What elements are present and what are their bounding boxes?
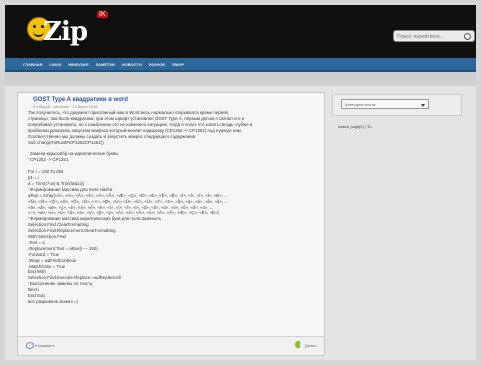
site-logo[interactable]: Zip IK <box>27 11 127 49</box>
comments-link[interactable]: 0 коммент. <box>35 343 55 348</box>
post-body: Так получилось, что документ присланный … <box>28 110 318 305</box>
logo-text: Zip <box>43 17 88 47</box>
post-footer: 0 коммент. Делит... <box>18 336 324 355</box>
sidebar-widget: Категории поста <box>332 94 462 116</box>
post-title[interactable]: GOST Type A квадратики в word <box>33 97 128 103</box>
search-placeholder: Поиск: перейтинге... <box>397 34 444 40</box>
comment-icon[interactable] <box>26 342 34 349</box>
page: Zip IK Поиск: перейтинге... ГЛАВНАЯ LINUX… <box>0 0 481 365</box>
main-nav: ГЛАВНАЯ LINUX WINDOWS ЗАМЕТКИ НОВОСТИ РАЗНОЕ Е… <box>5 58 476 72</box>
post-card: GOST Type A квадратики в word В Общий · … <box>17 92 325 356</box>
nav-item[interactable]: ЗАМЕТКИ <box>96 62 115 67</box>
search-input[interactable]: Поиск: перейтинге... <box>393 30 475 42</box>
nav-item[interactable]: ГЛАВНАЯ <box>23 62 42 67</box>
content-area: GOST Type A квадратики в word В Общий · … <box>5 86 476 360</box>
sidebar-link[interactable]: macro_tags(2) | Тп <box>338 124 371 129</box>
nav-item[interactable]: WINDOWS <box>68 62 88 67</box>
post-line: все разрывное можно =) <box>28 299 78 304</box>
nav-item[interactable]: ЕМОР <box>172 62 184 67</box>
share-link[interactable]: Делит... <box>305 343 319 348</box>
category-select[interactable]: Категории поста <box>341 99 429 109</box>
chevron-down-icon <box>421 104 425 107</box>
nav-subbar <box>5 72 476 86</box>
search-icon[interactable] <box>464 33 471 40</box>
category-select-value: Категории поста <box>345 102 376 107</box>
site-header: Zip IK Поиск: перейтинге... <box>5 5 476 58</box>
post-meta: В Общий · windows · 19 июня 2016 <box>33 104 98 109</box>
nav-item[interactable]: РАЗНОЕ <box>149 62 165 67</box>
nav-item[interactable]: НОВОСТИ <box>122 62 142 67</box>
share-icon[interactable] <box>295 341 300 348</box>
logo-badge: IK <box>97 11 108 18</box>
nav-item[interactable]: LINUX <box>49 62 61 67</box>
